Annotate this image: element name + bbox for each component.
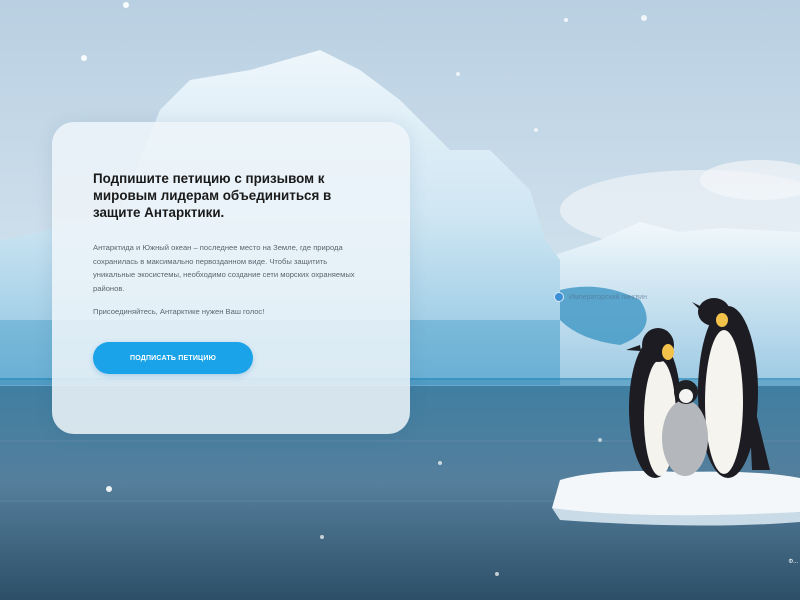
petition-card: Подпишите петицию с призывом к мировым л… <box>52 122 410 434</box>
pin-marker-icon <box>554 292 564 302</box>
pin-label: Императорский пингвин <box>569 293 648 301</box>
corner-caption: Ф... <box>788 559 798 565</box>
penguin-map-pin[interactable]: Императорский пингвин <box>554 292 647 302</box>
petition-description: Антарктида и Южный океан – последнее мес… <box>93 243 355 293</box>
sign-petition-button[interactable]: ПОДПИСАТЬ ПЕТИЦИЮ <box>93 342 253 374</box>
petition-call-to-join: Присоединяйтесь, Антарктике нужен Ваш го… <box>93 307 265 317</box>
petition-headline: Подпишите петицию с призывом к мировым л… <box>93 171 332 220</box>
